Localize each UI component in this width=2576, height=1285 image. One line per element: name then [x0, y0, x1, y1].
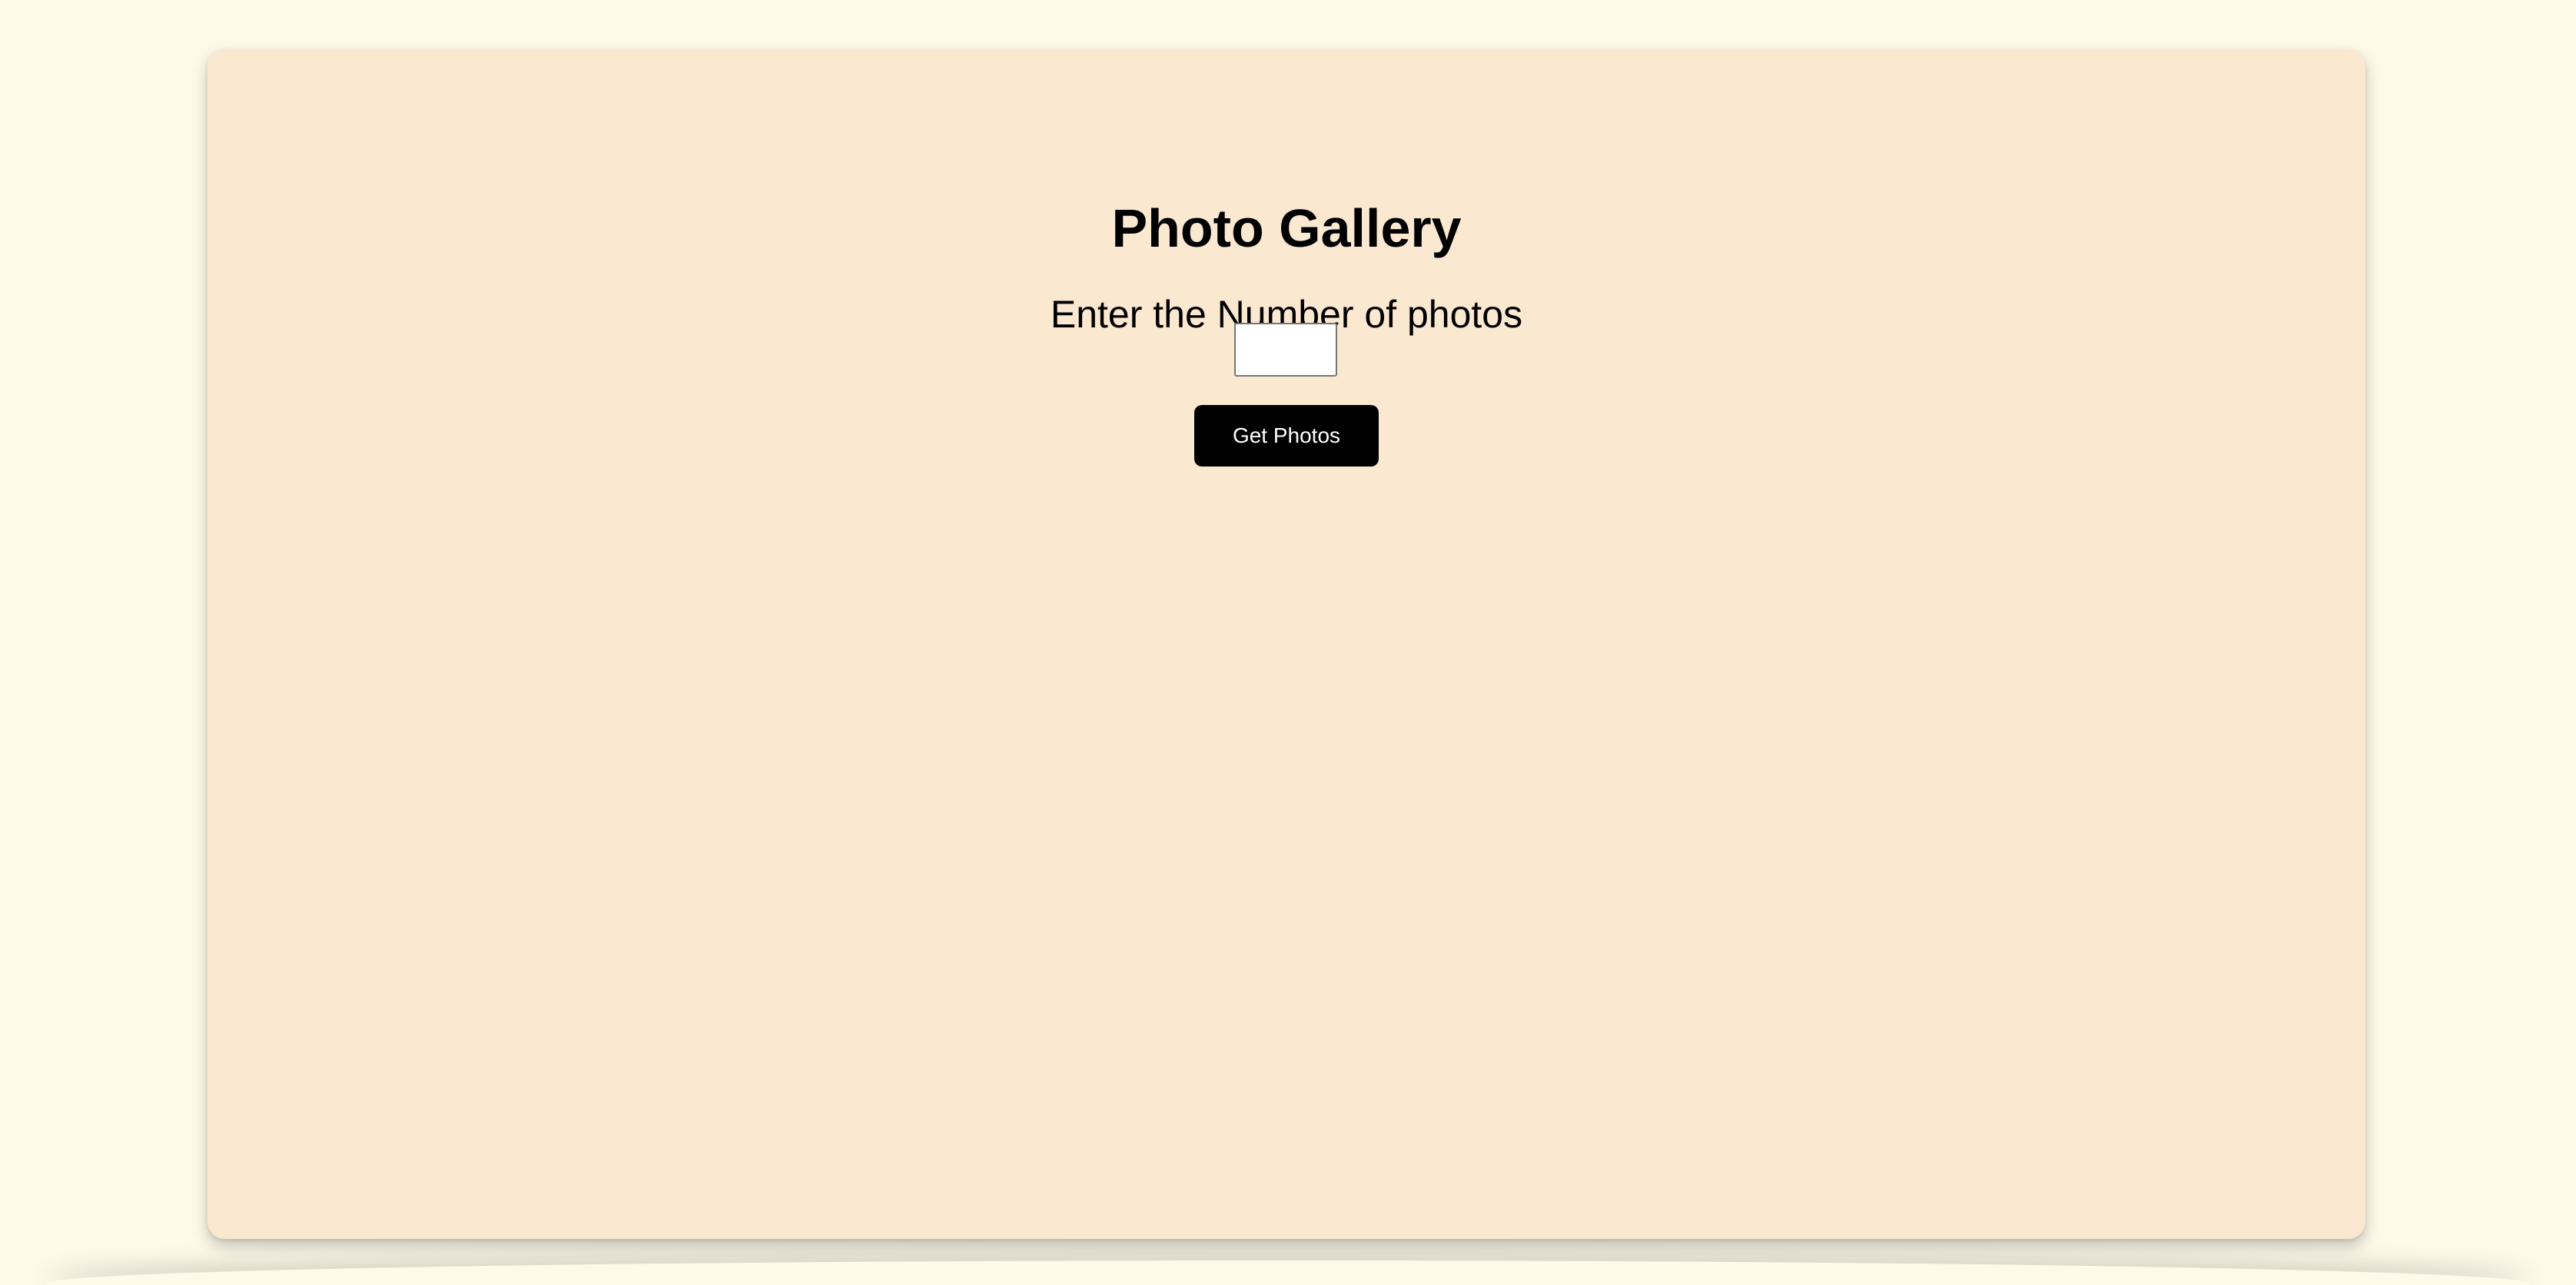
- gallery-card: Photo Gallery Enter the Number of photos…: [207, 49, 2365, 1239]
- bottom-shadow: [46, 1260, 2530, 1285]
- page-title: Photo Gallery: [1111, 198, 1462, 258]
- get-photos-button[interactable]: Get Photos: [1194, 405, 1379, 467]
- page: Photo Gallery Enter the Number of photos…: [0, 0, 2576, 1285]
- photo-count-input[interactable]: [1234, 323, 1337, 377]
